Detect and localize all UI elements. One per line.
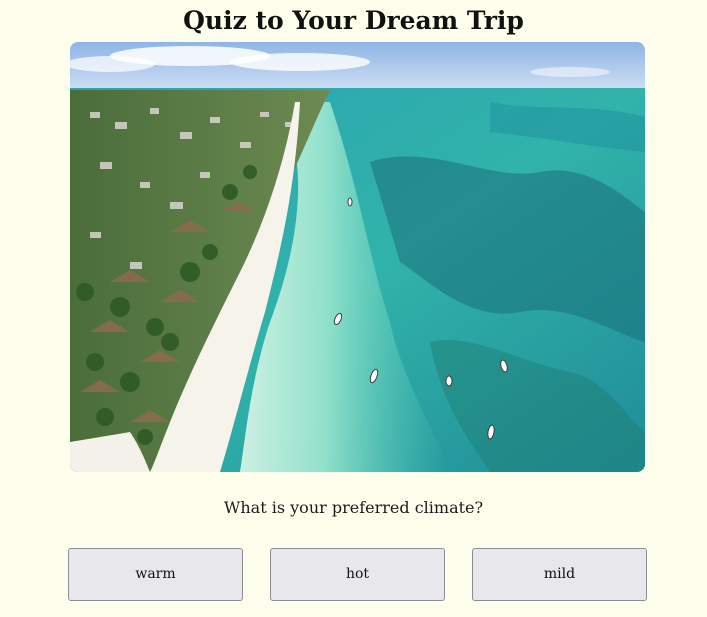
beach-aerial-illustration (70, 42, 645, 472)
hero-image (70, 42, 645, 472)
page-title: Quiz to Your Dream Trip (183, 6, 524, 35)
answer-button-hot[interactable]: hot (270, 548, 445, 601)
quiz-question: What is your preferred climate? (223, 498, 484, 517)
answer-button-mild[interactable]: mild (472, 548, 647, 601)
answer-options: warm hot mild (68, 548, 647, 601)
answer-button-warm[interactable]: warm (68, 548, 243, 601)
